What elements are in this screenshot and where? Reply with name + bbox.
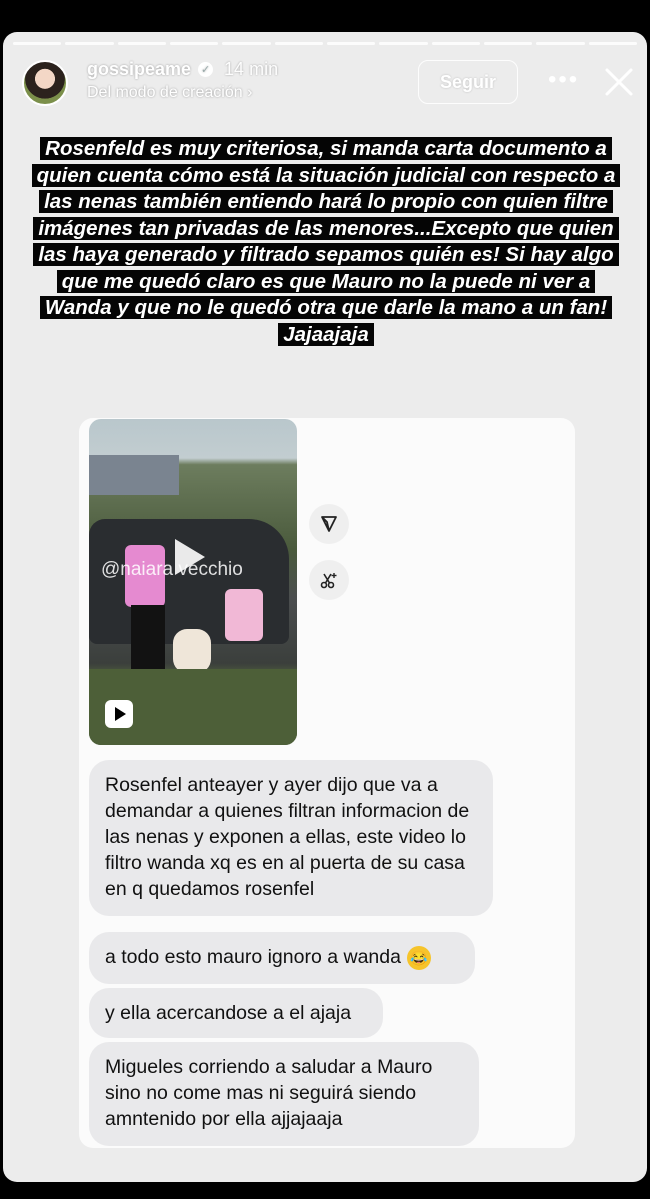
remix-button[interactable] (309, 560, 349, 600)
follow-button[interactable]: Seguir (418, 60, 518, 104)
username[interactable]: gossipeame (87, 59, 191, 80)
creation-mode-link[interactable]: Del modo de creación › (87, 84, 252, 102)
message-text: y ella acercandose a el ajaja (105, 1002, 352, 1024)
child-image-detail (225, 589, 263, 641)
story-progress-bar (13, 42, 637, 45)
send-icon (321, 516, 337, 532)
video-watermark: @naiara vecchio (101, 559, 243, 580)
house-image-detail (89, 455, 179, 495)
message-bubble: a todo esto mauro ignoro a wanda 😂 (89, 932, 475, 984)
scissors-icon (320, 573, 337, 589)
caption-text: Rosenfeld es muy criteriosa, si manda ca… (31, 137, 621, 346)
creation-mode-label: Del modo de creación (87, 84, 243, 101)
message-bubble: Rosenfel anteayer y ayer dijo que va a d… (89, 760, 493, 916)
chevron-right-icon: › (247, 84, 253, 101)
verified-icon: ✓ (198, 62, 214, 77)
message-text: Rosenfel anteayer y ayer dijo que va a d… (105, 774, 470, 900)
reel-icon (105, 700, 133, 728)
video-thumbnail[interactable]: @naiara vecchio (89, 419, 297, 745)
story-frame: gossipeame ✓ 14 min Del modo de creación… (3, 32, 647, 1182)
story-user[interactable]: gossipeame ✓ 14 min (87, 59, 278, 80)
close-icon[interactable] (603, 66, 635, 98)
message-text: Migueles corriendo a saludar a Mauro sin… (105, 1056, 433, 1130)
post-time: 14 min (224, 59, 279, 79)
play-icon[interactable] (175, 539, 205, 575)
dog-image-detail (173, 629, 211, 673)
story-caption: Rosenfeld es muy criteriosa, si manda ca… (27, 136, 625, 348)
message-bubble: Migueles corriendo a saludar a Mauro sin… (89, 1042, 479, 1146)
message-bubble: y ella acercandose a el ajaja (89, 988, 383, 1038)
laughing-emoji-icon: 😂 (406, 945, 431, 970)
avatar[interactable] (22, 60, 68, 106)
more-options-icon[interactable]: ••• (548, 66, 579, 94)
message-text: a todo esto mauro ignoro a wanda (105, 946, 401, 968)
share-button[interactable] (309, 504, 349, 544)
